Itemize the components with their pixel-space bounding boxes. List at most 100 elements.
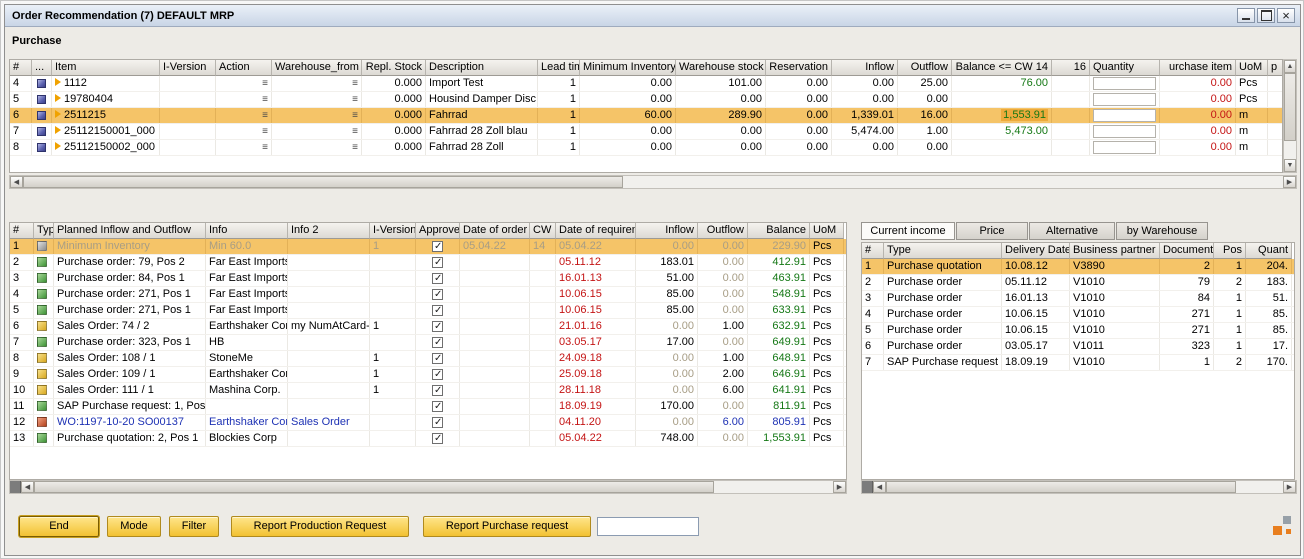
choose-from-list-icon[interactable] bbox=[262, 140, 268, 155]
column-header-iversion[interactable]: I-Version bbox=[370, 223, 416, 239]
planned-row[interactable]: 3Purchase order: 84, Pos 1Far East Impor… bbox=[10, 271, 846, 287]
warehouse-from-cell[interactable] bbox=[272, 140, 362, 155]
quantity-cell[interactable] bbox=[1090, 140, 1160, 155]
quantity-input[interactable] bbox=[1093, 77, 1156, 90]
planned-grid-hscrollbar[interactable] bbox=[9, 480, 847, 494]
column-header-outflow[interactable]: Outflow bbox=[898, 60, 952, 76]
column-header-outflow[interactable]: Outflow bbox=[698, 223, 748, 239]
column-header-balance[interactable]: Balance <= CW 14 bbox=[952, 60, 1052, 76]
income-row[interactable]: 6Purchase order03.05.17V1011323117. bbox=[862, 339, 1294, 355]
column-header-purchase-qty[interactable]: urchase item bbox=[1160, 60, 1236, 76]
column-header-quantity[interactable]: Quantity bbox=[1090, 60, 1160, 76]
column-header-delivery-date[interactable]: Delivery Date bbox=[1002, 243, 1070, 259]
scroll-down-icon[interactable] bbox=[1284, 159, 1296, 172]
income-row[interactable]: 7SAP Purchase request18.09.19V101012170. bbox=[862, 355, 1294, 371]
scroll-right-icon[interactable] bbox=[1283, 176, 1296, 188]
planned-row[interactable]: 13Purchase quotation: 2, Pos 1Blockies C… bbox=[10, 431, 846, 447]
column-header-lead-time[interactable]: Lead time bbox=[538, 60, 580, 76]
planned-row[interactable]: 10Sales Order: 111 / 1Mashina Corp.128.1… bbox=[10, 383, 846, 399]
scroll-right-icon[interactable] bbox=[833, 481, 846, 493]
scroll-track[interactable] bbox=[1236, 481, 1283, 493]
scroll-left-icon[interactable] bbox=[873, 481, 886, 493]
document-reference[interactable]: WO:1197-10-20 SO00137 bbox=[57, 416, 184, 428]
planned-row[interactable]: 8Sales Order: 108 / 1StoneMe124.09.180.0… bbox=[10, 351, 846, 367]
report-production-request-button[interactable]: Report Production Request bbox=[231, 516, 409, 537]
column-header-business-partner[interactable]: Business partner bbox=[1070, 243, 1160, 259]
choose-from-list-icon[interactable] bbox=[262, 92, 268, 107]
warehouse-from-cell[interactable] bbox=[272, 124, 362, 139]
income-grid-hscrollbar[interactable] bbox=[861, 480, 1297, 494]
scroll-track[interactable] bbox=[714, 481, 833, 493]
maximize-button[interactable] bbox=[1257, 8, 1275, 23]
column-header-uom[interactable]: UoM bbox=[1236, 60, 1268, 76]
link-arrow-icon[interactable] bbox=[55, 94, 61, 102]
choose-from-list-icon[interactable] bbox=[352, 76, 358, 91]
approved-cell[interactable] bbox=[416, 239, 460, 254]
quantity-input[interactable] bbox=[1093, 141, 1156, 154]
approved-checkbox[interactable] bbox=[432, 321, 443, 332]
scroll-thumb[interactable] bbox=[23, 176, 623, 188]
planned-row[interactable]: 4Purchase order: 271, Pos 1Far East Impo… bbox=[10, 287, 846, 303]
link-arrow-icon[interactable] bbox=[55, 126, 61, 134]
approved-cell[interactable] bbox=[416, 367, 460, 382]
approved-cell[interactable] bbox=[416, 431, 460, 446]
scroll-track[interactable] bbox=[1284, 141, 1296, 159]
warehouse-from-cell[interactable] bbox=[272, 108, 362, 123]
minimize-button[interactable] bbox=[1237, 8, 1255, 23]
column-header-balance[interactable]: Balance bbox=[748, 223, 810, 239]
approved-cell[interactable] bbox=[416, 287, 460, 302]
report-purchase-request-button[interactable]: Report Purchase request bbox=[423, 516, 591, 537]
scroll-track[interactable] bbox=[623, 176, 1283, 188]
planned-row[interactable]: 2Purchase order: 79, Pos 2Far East Impor… bbox=[10, 255, 846, 271]
approved-checkbox[interactable] bbox=[432, 433, 443, 444]
tab-alternative[interactable]: Alternative bbox=[1029, 222, 1115, 240]
end-button[interactable]: End bbox=[19, 516, 99, 537]
action-cell[interactable] bbox=[216, 76, 272, 91]
column-header-repl-stock[interactable]: Repl. Stock bbox=[362, 60, 426, 76]
approved-checkbox[interactable] bbox=[432, 353, 443, 364]
item-row[interactable]: 825112150002_0000.000Fahrrad 28 Zoll10.0… bbox=[10, 140, 1282, 156]
action-cell[interactable] bbox=[216, 124, 272, 139]
link-arrow-icon[interactable] bbox=[55, 142, 61, 150]
planned-row[interactable]: 9Sales Order: 109 / 1Earthshaker Cor125.… bbox=[10, 367, 846, 383]
planned-row[interactable]: 1Minimum InventoryMin 60.0105.04.221405.… bbox=[10, 239, 846, 255]
choose-from-list-icon[interactable] bbox=[262, 108, 268, 123]
filter-button[interactable]: Filter bbox=[169, 516, 219, 537]
income-row[interactable]: 3Purchase order16.01.13V101084151. bbox=[862, 291, 1294, 307]
planned-row[interactable]: 11SAP Purchase request: 1, Pos 218.09.19… bbox=[10, 399, 846, 415]
choose-from-list-icon[interactable] bbox=[352, 140, 358, 155]
column-header-warehouse-stock[interactable]: Warehouse stock bbox=[676, 60, 766, 76]
approved-cell[interactable] bbox=[416, 335, 460, 350]
column-header-description[interactable]: Description bbox=[426, 60, 538, 76]
approved-cell[interactable] bbox=[416, 255, 460, 270]
column-header-inflow[interactable]: Inflow bbox=[636, 223, 698, 239]
column-header-item[interactable]: Item bbox=[52, 60, 160, 76]
approved-cell[interactable] bbox=[416, 383, 460, 398]
approved-checkbox[interactable] bbox=[432, 273, 443, 284]
link-arrow-icon[interactable] bbox=[55, 110, 61, 118]
column-header-warehouse-from[interactable]: Warehouse_from bbox=[272, 60, 362, 76]
items-grid-vscrollbar[interactable] bbox=[1283, 59, 1297, 173]
column-header-min-inventory[interactable]: Minimum Inventory bbox=[580, 60, 676, 76]
mode-button[interactable]: Mode bbox=[107, 516, 161, 537]
scroll-right-icon[interactable] bbox=[1283, 481, 1296, 493]
column-header-type[interactable]: Type bbox=[884, 243, 1002, 259]
column-header-p[interactable]: p bbox=[1268, 60, 1283, 76]
column-header-inflow[interactable]: Inflow bbox=[832, 60, 898, 76]
close-button[interactable] bbox=[1277, 8, 1295, 23]
approved-checkbox[interactable] bbox=[432, 385, 443, 396]
scroll-up-icon[interactable] bbox=[1284, 60, 1296, 73]
scroll-left-icon[interactable] bbox=[10, 176, 23, 188]
planned-row[interactable]: 12WO:1197-10-20 SO00137Earthshaker CorSa… bbox=[10, 415, 846, 431]
column-header-uom[interactable]: UoM bbox=[810, 223, 844, 239]
column-header-date-of-requirement[interactable]: Date of requirem bbox=[556, 223, 636, 239]
planned-row[interactable]: 7Purchase order: 323, Pos 1HB03.05.1717.… bbox=[10, 335, 846, 351]
approved-checkbox[interactable] bbox=[432, 369, 443, 380]
income-row[interactable]: 4Purchase order10.06.15V1010271185. bbox=[862, 307, 1294, 323]
scroll-thumb[interactable] bbox=[886, 481, 1236, 493]
column-header-cw16[interactable]: 16 bbox=[1052, 60, 1090, 76]
income-row[interactable]: 2Purchase order05.11.12V1010792183. bbox=[862, 275, 1294, 291]
planned-row[interactable]: 6Sales Order: 74 / 2Earthshaker Cormy Nu… bbox=[10, 319, 846, 335]
quantity-cell[interactable] bbox=[1090, 76, 1160, 91]
link-arrow-icon[interactable] bbox=[55, 78, 61, 86]
